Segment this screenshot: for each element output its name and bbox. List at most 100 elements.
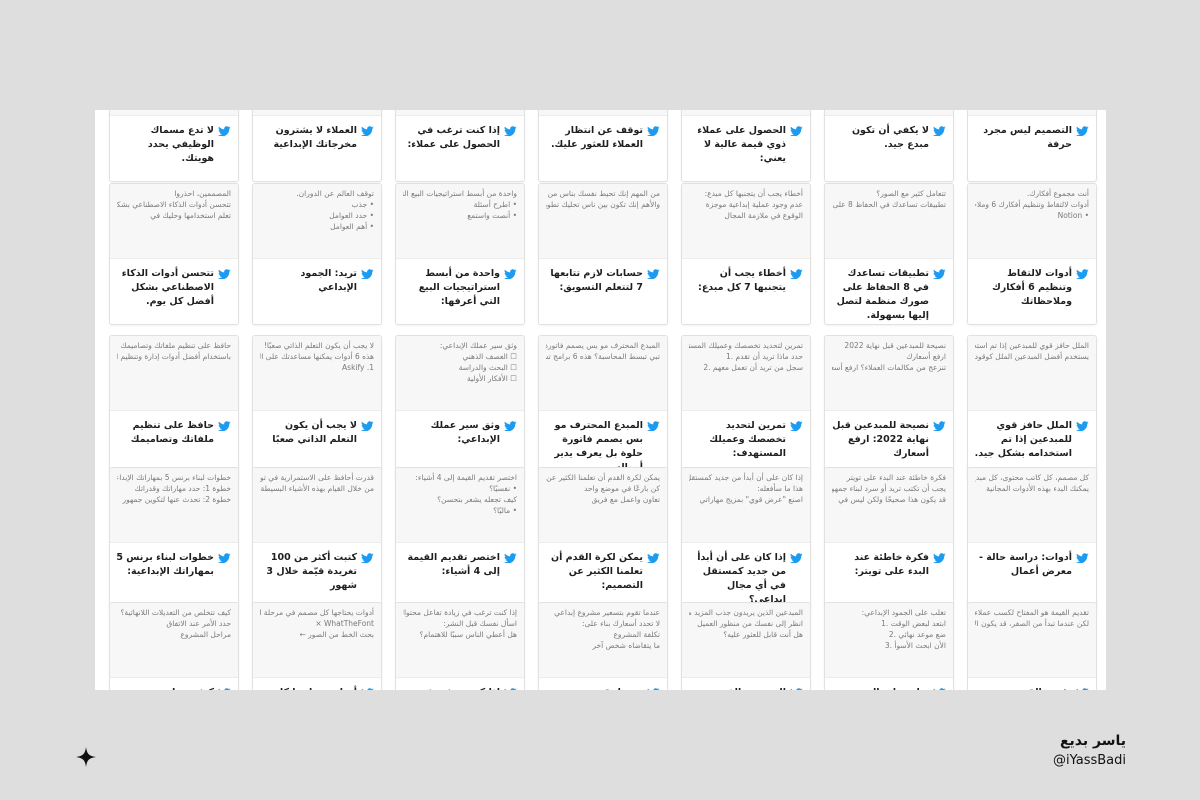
card-row: تقديم القيمة هو المفتاح لكسب عملاء جدد لك…: [107, 602, 1097, 690]
tweet-card[interactable]: توقف العالم عن الدوران. • جذب • حدد العوام…: [252, 183, 382, 325]
tweet-title: إذا كان على أن أبدأ من جديد كمستقل في أي…: [697, 552, 786, 605]
card-row: الملل حافز قوي للمبدعين إذا تم استخدامه …: [107, 335, 1097, 477]
preview-line: قدرت أحافظ على الاستمرارية في تويتر لمدة…: [260, 473, 374, 482]
tweet-card[interactable]: كل مصمم، كل كاتب محتوى، كل مبدع يجب أن ي…: [967, 467, 1097, 609]
tweet-card[interactable]: المصممين، احذروا تتحسن أدوات الذكاء الاصط…: [109, 183, 239, 325]
preview-line: يجب أن تكتب تريد أو سرد لبناء جمهورك: [832, 484, 946, 493]
tweet-card[interactable]: اجعل نفسك قابلاً للعثور عليه) حتىإذا كنت…: [395, 110, 525, 182]
preview-line: ☐ الأفكار الأولية: [466, 374, 517, 383]
tweet-card[interactable]: وثق سير عملك الإبداعي: ☐ العصف الذهني ☐ ال…: [395, 335, 525, 477]
tweet-card[interactable]: واحدة من أبسط استراتيجيات البيع التي أعر…: [395, 183, 525, 325]
tweet-card-body: تطبيقات تساعدك في 8 الحفاظ على صورك منظم…: [825, 259, 953, 323]
preview-line: • اطرح أسئلة: [473, 200, 517, 209]
tweet-card-body: حسابات لازم تتابعها 7 لتتعلم التسويق:: [539, 259, 667, 295]
preview-line: ابتعد لبعض الوقت .1: [881, 619, 946, 628]
twitter-bird-icon: [647, 553, 660, 563]
tweet-card-body: كتبت أكثر من 100 تغريدة قيّمة خلال 3 شهو…: [253, 543, 381, 593]
tweet-title: أدوات يحتاجها كل مصمم: [259, 686, 357, 690]
preview-line: كيف تجعله يشعر بتحسن؟: [437, 495, 517, 504]
preview-line: خطوات لبناء برنس 5 بمهاراتك الإبداعية:: [117, 473, 231, 482]
tweet-preview: توقف العالم عن الدوران. • جذب • حدد العوام…: [253, 184, 381, 259]
tweet-card-body: أدوات يحتاجها كل مصمم: [253, 678, 381, 690]
tweet-card[interactable]: ومنح القيمة .1العملاء لا يشترون مخرجاتك …: [252, 110, 382, 182]
tweet-card[interactable]: .وما لا يمكنك فعلهلا تدع مسماك الوظيفي ي…: [109, 110, 239, 182]
tweet-card[interactable]: أهم الأولوية لاحتياجات المستخدم• ابحث عن…: [967, 110, 1097, 182]
twitter-bird-icon: [361, 553, 374, 563]
tweet-card[interactable]: بل أن تصبح الشخص (الوحيد) القادرالحصول ع…: [681, 110, 811, 182]
tweet-card[interactable]: تقديم القيمة هو المفتاح لكسب عملاء جدد لك…: [967, 602, 1097, 690]
tweet-preview: إذا كنت ترغب في زيادة تفاعل محتواك اسأل ن…: [396, 603, 524, 678]
preview-line: انظر إلى نفسك من منظور العميل: [697, 619, 803, 628]
preview-line: توقف العالم عن الدوران.: [296, 189, 374, 198]
preview-line: فكرة خاطئة عند البدء على تويتر: [846, 473, 946, 482]
preview-line: من المهم إنك تحيط نفسك بناس من مجالك: [546, 189, 660, 198]
preview-line: تعلم استخدامها وحليك في: [150, 211, 231, 220]
tweet-title: حسابات لازم تتابعها 7 لتتعلم التسويق:: [550, 268, 643, 293]
tweet-card-body: أدوات لالتقاط وتنظيم 6 أفكارك وملاحظاتك: [968, 259, 1096, 309]
twitter-bird-icon: [933, 553, 946, 563]
tweet-card[interactable]: إذا كنت ترغب في زيادة تفاعل محتواك اسأل ن…: [395, 602, 525, 690]
tweet-card[interactable]: اختصر تقديم القيمة إلى 4 أشياء: • نفسيًا؟…: [395, 467, 525, 609]
tweet-title: فكرة خاطئة عند البدء على تويتر:: [854, 552, 929, 577]
tweet-card[interactable]: حافظ على تنظيم ملفاتك وتصاميمك باستخدام أ…: [109, 335, 239, 477]
preview-line: • أهم العوامل: [330, 222, 374, 231]
tweet-card-body: التصميم ليس مجرد حرفة: [968, 116, 1096, 152]
tweet-card[interactable]: أخطاء يجب أن يتجنبها كل مبدع: عدم وجود عم…: [681, 183, 811, 325]
twitter-bird-icon: [933, 269, 946, 279]
preview-line: تبي تبسط المحاسبة؟ هذه 6 برامج تستحق الت…: [546, 352, 660, 361]
tweet-card-body: نصيحة للمبدعين قبل نهاية 2022: ارفع أسعا…: [825, 411, 953, 461]
preview-line: يستخدم أفضل المبدعين الملل كوقود لتنظيم …: [975, 352, 1089, 361]
tweet-card[interactable]: إذا كان على أن أبدأ من جديد كمستقل في أي…: [681, 467, 811, 609]
twitter-bird-icon: [504, 553, 517, 563]
tweet-card[interactable]: بيع القيمة .1لا يكفي أن تكون مبدع جيد.: [824, 110, 954, 182]
tweet-card[interactable]: المبدع المحترف مو بس يصمم فاتورة حلوة بل…: [538, 335, 668, 477]
tweet-card[interactable]: قدرت أحافظ على الاستمرارية في تويتر لمدة…: [252, 467, 382, 609]
tweet-card[interactable]: تمرين لتحديد تخصصك وعميلك المستهدف: حدد م…: [681, 335, 811, 477]
tweet-card-body: تتحسن أدوات الذكاء الاصطناعي بشكل أفضل ك…: [110, 259, 238, 309]
tweet-title: عندما تقوم بتسعير مشروع: [545, 686, 643, 690]
tweet-card[interactable]: الملل حافز قوي للمبدعين إذا تم استخدامه …: [967, 335, 1097, 477]
tweet-preview: قدرت أحافظ على الاستمرارية في تويتر لمدة…: [253, 468, 381, 543]
tweet-title: المبدعين الذين يريدون: [688, 686, 786, 690]
preview-line: المصممين، احذروا: [174, 189, 231, 198]
twitter-bird-icon: [933, 126, 946, 136]
tweet-preview: اختصر تقديم القيمة إلى 4 أشياء: • نفسيًا؟…: [396, 468, 524, 543]
tweet-preview: نصيحة للمبدعين قبل نهاية 2022 ارفع أسعارك…: [825, 336, 953, 411]
twitter-bird-icon: [1076, 553, 1089, 563]
author-handle[interactable]: @iYassBadi: [1010, 753, 1126, 768]
tweet-card[interactable]: خطوات لبناء برنس 5 بمهاراتك الإبداعية: خط…: [109, 467, 239, 609]
preview-line: تنزعج من مكالمات العملاء؟ ارفع أسعارك: [832, 363, 946, 372]
card-row: أهم الأولوية لاحتياجات المستخدم• ابحث عن…: [107, 110, 1097, 182]
preview-line: إذا كنت ترغب في زيادة تفاعل محتواك: [403, 608, 517, 617]
tweet-card[interactable]: تغلب على الجمود الإبداعي: ابتعد لبعض الوق…: [824, 602, 954, 690]
twitter-bird-icon: [647, 421, 660, 431]
tweet-title: تطبيقات تساعدك في 8 الحفاظ على صورك منظم…: [836, 268, 929, 321]
tweet-card[interactable]: يمكن لكرة القدم أن تعلمنا الكثير عن التص…: [538, 467, 668, 609]
tweet-title: نصيحة للمبدعين قبل نهاية 2022: ارفع أسعا…: [832, 420, 929, 459]
tweet-title: تريد: الجمود الإبداعي: [300, 268, 357, 293]
twitter-bird-icon: [504, 269, 517, 279]
tweet-card[interactable]: أدوات يحتاجها كل مصمم في مرحلة البحث وال…: [252, 602, 382, 690]
tweet-card[interactable]: فكرة خاطئة عند البدء على تويتر يجب أن تكت…: [824, 467, 954, 609]
tweet-preview: أنت مجموع أفكارك. أدوات لالتقاط وتنظيم أف…: [968, 184, 1096, 259]
tweet-card[interactable]: نصيحة للمبدعين قبل نهاية 2022 ارفع أسعارك…: [824, 335, 954, 477]
tweet-card[interactable]: كيف تتخلص من التعديلات اللانهائية؟ حدد ال…: [109, 602, 239, 690]
preview-line: لكن عندما تبدأ من الصفر، قد يكون الأمر ص…: [975, 619, 1089, 628]
preview-line: المبدع المحترف مو بس يصمم فاتورة حلوة بل…: [546, 341, 660, 350]
tweet-card[interactable]: عندما تقوم بتسعير مشروع إبداعي لا تحدد أس…: [538, 602, 668, 690]
tweet-preview: تقديم القيمة هو المفتاح لكسب عملاء جدد لك…: [968, 603, 1096, 678]
tweet-card-body: واحدة من أبسط استراتيجيات البيع التي أعر…: [396, 259, 524, 309]
tweet-card[interactable]: من المهم إنك تحيط نفسك بناس من مجالك والأ…: [538, 183, 668, 325]
tweet-card[interactable]: المبدعين الذين يريدون جذب المزيد من العم…: [681, 602, 811, 690]
tweet-card[interactable]: أنت مجموع أفكارك. أدوات لالتقاط وتنظيم أف…: [967, 183, 1097, 325]
preview-line: اختصر تقديم القيمة إلى 4 أشياء:: [415, 473, 517, 482]
tweet-card[interactable]: تتعامل كثير مع الصور؟ تطبيقات تساعدك في ا…: [824, 183, 954, 325]
preview-line: أدوات يحتاجها كل مصمم في مرحلة البحث وال…: [260, 608, 374, 617]
tweet-preview: إذا كان على أن أبدأ من جديد كمستقل في أي…: [682, 468, 810, 543]
tweet-card-body: عندما تقوم بتسعير مشروع: [539, 678, 667, 690]
preview-line: تقديم القيمة هو المفتاح لكسب عملاء جدد: [975, 608, 1089, 617]
tweet-card[interactable]: لا يجب أن يكون التعلم الذاتي صعبًا! هذه 6…: [252, 335, 382, 477]
tweet-preview: لا يجب أن يكون التعلم الذاتي صعبًا! هذه 6…: [253, 336, 381, 411]
tweet-title: توقف عن انتظار العملاء للعثور عليك.: [550, 125, 643, 150]
tweet-card[interactable]: الأشخاص الذين يحتاجون إلى عملك.توقف عن ا…: [538, 110, 668, 182]
